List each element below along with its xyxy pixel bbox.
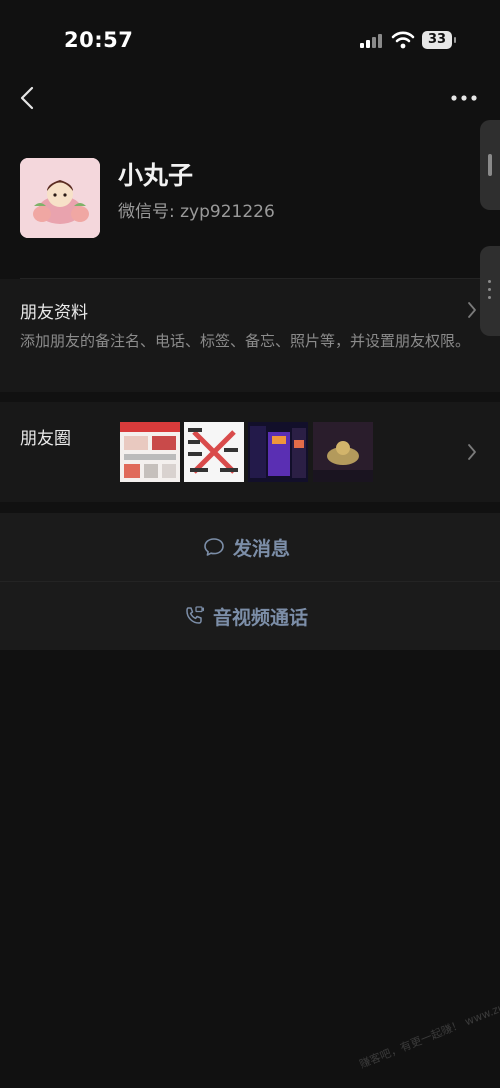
wechat-id: 微信号: zyp921226 bbox=[118, 202, 275, 222]
status-time: 20:57 bbox=[64, 28, 134, 52]
side-handle[interactable] bbox=[480, 120, 500, 210]
chevron-left-icon[interactable] bbox=[16, 84, 40, 112]
send-message-button[interactable]: 发消息 bbox=[0, 513, 500, 581]
friend-info-description: 添加朋友的备注名、电话、标签、备忘、照片等，并设置朋友权限。 bbox=[20, 332, 471, 350]
profile-name: 小丸子 bbox=[118, 161, 194, 190]
moments-thumbnail[interactable] bbox=[120, 422, 180, 482]
section-gap bbox=[0, 502, 500, 512]
avatar[interactable] bbox=[20, 158, 100, 238]
watermark: 赚客吧，有更一起赚！ www.zuanke8.com bbox=[357, 977, 500, 1071]
moments-title: 朋友圈 bbox=[20, 429, 71, 449]
avatar-image bbox=[20, 158, 100, 238]
wifi-icon bbox=[391, 31, 415, 49]
moments-thumbnail[interactable] bbox=[248, 422, 308, 482]
battery-level: 33 bbox=[422, 31, 452, 49]
moments-thumbnail[interactable] bbox=[313, 422, 373, 482]
chevron-right-icon bbox=[468, 444, 476, 460]
moments-thumbnail[interactable] bbox=[184, 422, 244, 482]
friend-info-title: 朋友资料 bbox=[20, 303, 88, 323]
battery-tip bbox=[454, 37, 456, 43]
status-bar: 20:57 33 bbox=[0, 0, 500, 80]
video-call-button[interactable]: 音视频通话 bbox=[0, 582, 500, 650]
phone-video-icon bbox=[186, 606, 204, 624]
chat-bubble-icon bbox=[204, 538, 224, 556]
send-message-label: 发消息 bbox=[233, 537, 291, 560]
section-gap bbox=[0, 392, 500, 402]
chevron-right-icon bbox=[468, 302, 476, 318]
signal-icon bbox=[360, 34, 382, 48]
more-dots-icon[interactable] bbox=[448, 88, 480, 108]
video-call-label: 音视频通话 bbox=[213, 606, 309, 629]
side-handle[interactable] bbox=[480, 246, 500, 336]
